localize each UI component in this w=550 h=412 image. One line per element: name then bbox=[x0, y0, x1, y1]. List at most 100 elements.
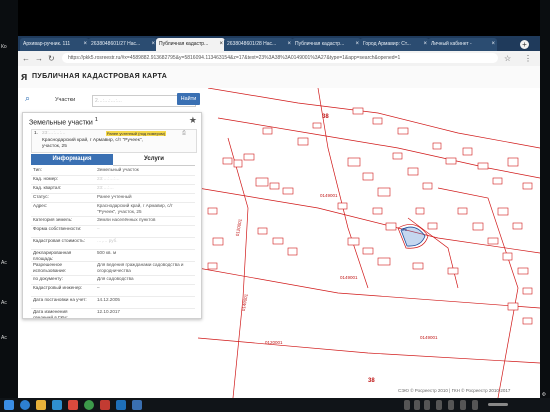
attribute-label: Кадастровая стоимость: bbox=[33, 238, 85, 243]
close-icon[interactable]: × bbox=[151, 38, 155, 51]
tab-label: 2638048601/27 Нас... bbox=[91, 41, 141, 47]
attribute-value: – bbox=[97, 226, 100, 231]
forward-icon[interactable]: → bbox=[35, 54, 43, 63]
tab-label: 2638048601/28 Нас... bbox=[227, 41, 277, 47]
chrome-icon[interactable] bbox=[84, 400, 94, 410]
map-label: 0149001 bbox=[320, 193, 338, 198]
attribute-label: Кад. квартал: bbox=[33, 185, 62, 190]
clock-widget[interactable] bbox=[488, 403, 508, 406]
attribute-label: Адрес: bbox=[33, 203, 48, 208]
attribute-value: 500 кв. м bbox=[97, 250, 117, 255]
close-icon[interactable]: × bbox=[219, 38, 223, 51]
attribute-value: …,… руб. bbox=[97, 238, 118, 243]
result-index: 1. bbox=[34, 131, 39, 136]
map-label: 0149001 bbox=[420, 335, 438, 340]
star-icon[interactable]: ☆ bbox=[504, 54, 511, 63]
close-icon[interactable]: × bbox=[423, 38, 427, 51]
tray-icon[interactable] bbox=[424, 400, 430, 410]
desktop-icon-label[interactable]: Ac bbox=[1, 260, 7, 266]
attribute-label: Кад. номер: bbox=[33, 176, 59, 181]
browser-tab[interactable]: Город Армавир: Ст... × bbox=[360, 38, 429, 51]
attribute-label: по документу: bbox=[33, 276, 63, 281]
attribute-value: Для ведения гражданами садоводства и ого… bbox=[97, 262, 184, 273]
desktop-right-strip: Ф bbox=[540, 0, 550, 398]
word-icon[interactable] bbox=[116, 400, 126, 410]
tray-icon[interactable] bbox=[448, 400, 454, 410]
result-card[interactable]: 1. 23:…:…:… Ранее учтенный (под номером)… bbox=[31, 129, 197, 153]
desktop-icon-label[interactable]: Ко bbox=[1, 44, 7, 50]
attribute-value: Земли населённых пунктов bbox=[97, 217, 156, 222]
browser-tab[interactable]: Архивар-ручник. 111 × bbox=[20, 38, 89, 51]
close-icon[interactable]: × bbox=[287, 38, 291, 51]
url-field[interactable]: https://pkk5.rosreestr.ru/#x=4589882.913… bbox=[62, 53, 498, 63]
attribute-row: Разрешенное использование: Для ведения гр… bbox=[31, 261, 195, 276]
tab-information[interactable]: Информация bbox=[31, 154, 113, 165]
tab-label: Личный кабинет - bbox=[431, 41, 472, 47]
attribute-value: Ранее учтенный bbox=[97, 194, 132, 199]
browser-tab[interactable]: 2638048601/27 Нас... × bbox=[88, 38, 157, 51]
attribute-value: Земельный участок bbox=[97, 167, 139, 172]
map-label: 38 bbox=[322, 114, 329, 120]
back-icon[interactable]: ← bbox=[22, 54, 30, 63]
close-icon[interactable]: × bbox=[491, 38, 495, 51]
attribute-value: 12.10.2017 bbox=[97, 309, 120, 314]
app-icon[interactable] bbox=[52, 400, 62, 410]
attribute-label: Декларированная площадь: bbox=[33, 250, 72, 261]
map-copyright: СЭЮ © Росреестр 2010 | ГКН © Росреестр 2… bbox=[398, 388, 511, 393]
tray-icon[interactable] bbox=[460, 400, 466, 410]
browser-tab[interactable]: Личный кабинет - × bbox=[428, 38, 497, 51]
pkk-header: ᴙ ПУБЛИЧНАЯ КАДАСТРОВАЯ КАРТА bbox=[18, 66, 540, 89]
folder-icon[interactable] bbox=[36, 400, 46, 410]
attribute-value: Краснодарский край, г Армавир, с/т "Руче… bbox=[97, 203, 173, 214]
attribute-label: Дата изменения сведений в ГКН: bbox=[33, 309, 68, 319]
tray-icon[interactable] bbox=[436, 400, 442, 410]
favorite-star-icon[interactable]: ★ bbox=[189, 115, 197, 126]
desktop-icon-label[interactable]: Ac bbox=[1, 335, 7, 341]
browser-tabstrip: Архивар-ручник. 111 × 2638048601/27 Нас..… bbox=[18, 36, 540, 51]
search-icon[interactable]: ⌕ bbox=[25, 93, 30, 104]
reload-icon[interactable]: ↻ bbox=[48, 54, 55, 63]
info-panel: Земельные участки 1 ★ 1. 23:…:…:… Ранее … bbox=[22, 112, 202, 319]
result-count: 1 bbox=[94, 117, 98, 123]
pkk-logo-icon[interactable]: ᴙ bbox=[21, 71, 27, 83]
attribute-label: Разрешенное использование: bbox=[33, 262, 67, 273]
panel-title: Земельные участки 1 bbox=[29, 117, 98, 126]
find-button[interactable]: Найти bbox=[177, 93, 200, 105]
app-icon[interactable] bbox=[68, 400, 78, 410]
app-icon[interactable] bbox=[100, 400, 110, 410]
attribute-value: 23:…:…:… bbox=[97, 176, 120, 181]
desktop-icon-label[interactable]: Ac bbox=[1, 300, 7, 306]
panel-tabs: Информация Услуги bbox=[31, 154, 195, 166]
attribute-value: Для садоводства bbox=[97, 276, 134, 281]
map-label: 38 bbox=[368, 378, 375, 384]
tab-label: Архивар-ручник. 111 bbox=[23, 41, 71, 47]
tray-icon[interactable] bbox=[472, 400, 478, 410]
attribute-value: 23:…:… bbox=[97, 185, 114, 190]
close-icon[interactable]: × bbox=[355, 38, 359, 51]
address-bar-row: ← → ↻ https://pkk5.rosreestr.ru/#x=45898… bbox=[18, 51, 540, 67]
new-tab-button[interactable]: + bbox=[520, 40, 529, 49]
menu-icon[interactable]: ⋮ bbox=[524, 54, 532, 63]
tab-label: Публичная кадастр... bbox=[295, 41, 345, 47]
browser-tab[interactable]: 2638048601/28 Нас... × bbox=[224, 38, 293, 51]
browser-tab[interactable]: Публичная кадастр... × bbox=[292, 38, 361, 51]
attribute-value: 14.12.2005 bbox=[97, 297, 120, 302]
parcel-blocks bbox=[207, 107, 533, 325]
attribute-label: Статус: bbox=[33, 194, 49, 199]
tab-label: Публичная кадастр... bbox=[159, 41, 209, 47]
ie-icon[interactable] bbox=[20, 400, 30, 410]
print-icon[interactable]: ⎙ bbox=[182, 131, 186, 137]
close-icon[interactable]: × bbox=[83, 38, 87, 51]
panel-title-text: Земельные участки bbox=[29, 119, 93, 127]
attribute-label: Форма собственности: bbox=[33, 226, 82, 231]
search-type-select[interactable]: Участки bbox=[55, 95, 89, 105]
tab-services[interactable]: Услуги bbox=[113, 154, 195, 166]
app-icon[interactable] bbox=[132, 400, 142, 410]
tray-icon[interactable] bbox=[414, 400, 420, 410]
windows-start-icon[interactable] bbox=[4, 400, 14, 410]
result-address-2: участок, 25 bbox=[42, 144, 67, 149]
attribute-label: Кадастровый инженер: bbox=[33, 285, 83, 290]
tray-icon[interactable] bbox=[404, 400, 410, 410]
browser-tab-active[interactable]: Публичная кадастр... × bbox=[156, 38, 225, 51]
attribute-row: Дата изменения сведений в ГКН: 12.10.2017 bbox=[31, 308, 195, 319]
